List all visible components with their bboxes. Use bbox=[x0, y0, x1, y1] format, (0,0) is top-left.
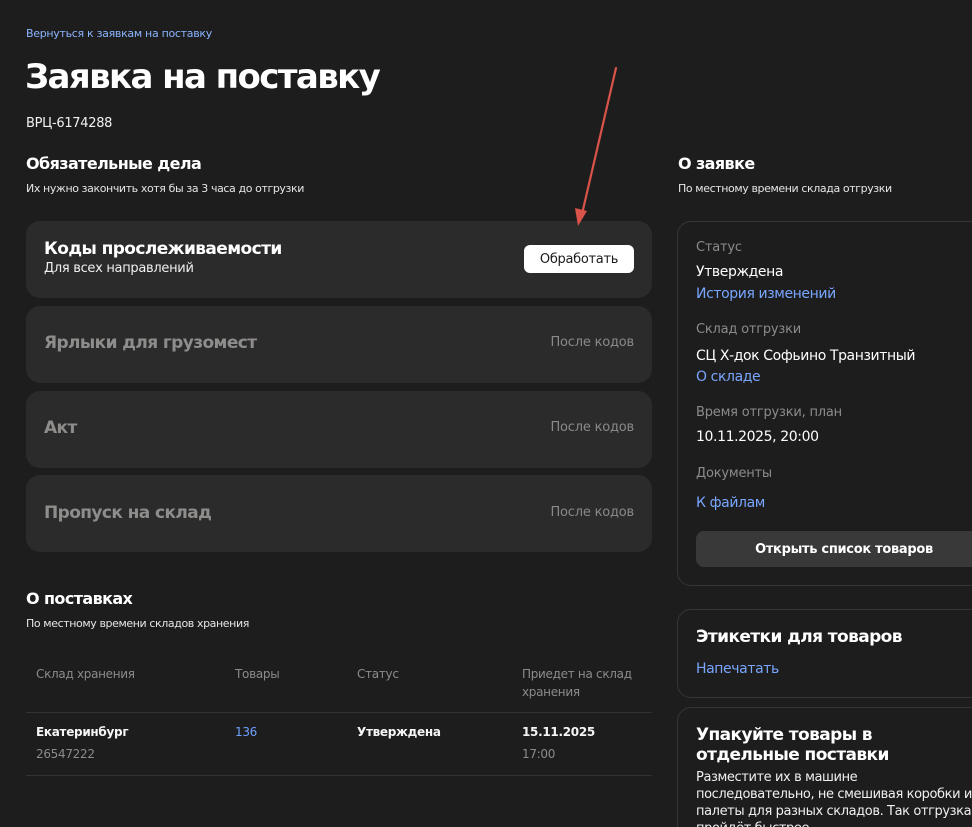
mandatory-section-subtitle: Их нужно закончить хотя бы за 3 часа до … bbox=[26, 182, 304, 195]
task-card-title: Пропуск на склад bbox=[44, 503, 212, 523]
cell-items-link[interactable]: 136 bbox=[235, 725, 257, 739]
about-section-title: О заявке bbox=[678, 154, 755, 173]
page: Вернуться к заявкам на поставку Заявка н… bbox=[0, 0, 972, 827]
product-labels-panel bbox=[677, 609, 972, 698]
task-card-title: Акт bbox=[44, 418, 77, 438]
table-row[interactable]: Екатеринбург 26547222 136 Утверждена 15.… bbox=[26, 713, 652, 775]
cell-warehouse-id: 26547222 bbox=[36, 747, 95, 761]
task-card-status: После кодов bbox=[550, 335, 634, 350]
pack-separately-text: Разместите их в машине последовательно, … bbox=[696, 770, 972, 827]
process-button[interactable]: Обработать bbox=[524, 245, 634, 273]
open-items-list-button[interactable]: Открыть список товаров bbox=[696, 531, 972, 567]
task-card-title: Коды прослеживаемости bbox=[44, 239, 282, 259]
cell-arrival-date: 15.11.2025 bbox=[522, 725, 595, 739]
task-card-subtitle: Для всех направлений bbox=[44, 261, 194, 276]
shipments-section-subtitle: По местному времени складов хранения bbox=[26, 617, 249, 630]
task-card-warehouse-pass: Пропуск на склад После кодов bbox=[26, 475, 652, 552]
warehouse-label: Склад отгрузки bbox=[696, 322, 802, 337]
print-labels-link[interactable]: Напечатать bbox=[696, 661, 779, 677]
cell-status: Утверждена bbox=[357, 725, 441, 739]
warehouse-link[interactable]: О складе bbox=[696, 369, 761, 385]
column-header-warehouse: Склад хранения bbox=[36, 667, 135, 681]
column-header-status: Статус bbox=[357, 667, 399, 681]
cell-warehouse: Екатеринбург bbox=[36, 725, 129, 739]
shipment-time-label: Время отгрузки, план bbox=[696, 405, 842, 420]
task-card-status: После кодов bbox=[550, 420, 634, 435]
shipments-section-title: О поставках bbox=[26, 589, 133, 608]
documents-label: Документы bbox=[696, 466, 772, 481]
mandatory-section-title: Обязательные дела bbox=[26, 154, 202, 173]
task-card-traceability-codes: Коды прослеживаемости Для всех направлен… bbox=[26, 221, 652, 298]
cell-arrival-time: 17:00 bbox=[522, 747, 556, 761]
request-id: ВРЦ-6174288 bbox=[26, 116, 113, 131]
column-header-arrival: Приедет на склад хранения bbox=[522, 667, 632, 699]
status-label: Статус bbox=[696, 240, 742, 255]
task-card-status: После кодов bbox=[550, 505, 634, 520]
column-header-items: Товары bbox=[235, 667, 280, 681]
back-to-requests-link[interactable]: Вернуться к заявкам на поставку bbox=[26, 27, 212, 40]
task-card-act: Акт После кодов bbox=[26, 391, 652, 468]
product-labels-title: Этикетки для товаров bbox=[696, 627, 903, 647]
about-section-subtitle: По местному времени склада отгрузки bbox=[678, 182, 892, 195]
table-divider bbox=[26, 775, 652, 776]
pack-separately-title: Упакуйте товары в отдельные поставки bbox=[696, 725, 889, 765]
task-card-title: Ярлыки для грузомест bbox=[44, 333, 257, 353]
page-title: Заявка на поставку bbox=[25, 57, 381, 97]
status-value: Утверждена bbox=[696, 264, 784, 280]
task-card-cargo-labels: Ярлыки для грузомест После кодов bbox=[26, 306, 652, 383]
shipment-time-value: 10.11.2025, 20:00 bbox=[696, 429, 819, 445]
documents-link[interactable]: К файлам bbox=[696, 495, 765, 511]
history-link[interactable]: История изменений bbox=[696, 286, 836, 302]
warehouse-value: СЦ Х-док Софьино Транзитный bbox=[696, 348, 916, 364]
